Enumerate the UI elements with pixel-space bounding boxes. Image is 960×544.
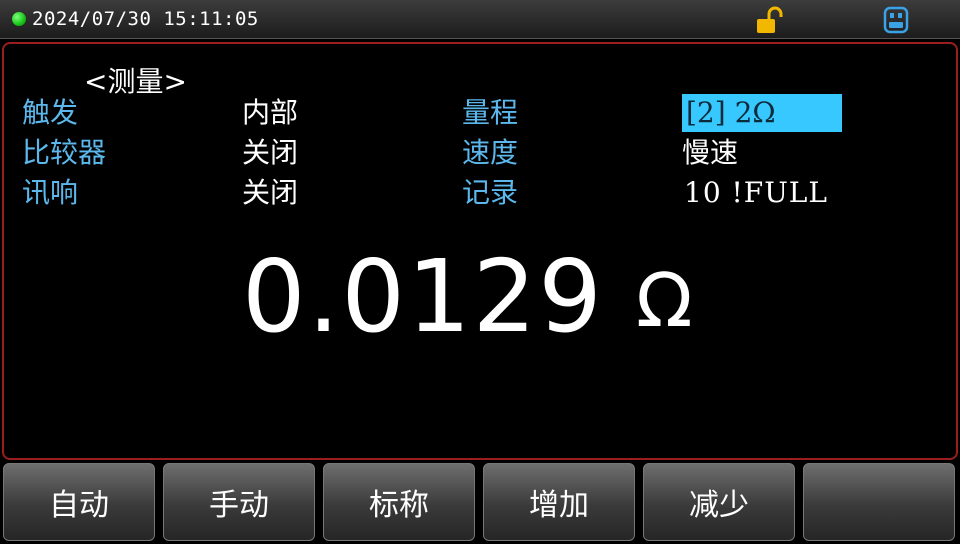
measurement-unit: Ω — [636, 258, 693, 344]
softkey-increase[interactable]: 增加 — [483, 463, 635, 541]
status-bar: 2024/07/30 15:11:05 — [0, 0, 960, 39]
beep-label: 讯响 — [22, 176, 79, 209]
softkey-decrease[interactable]: 减少 — [643, 463, 795, 541]
measurement-reading: 0.0129 — [242, 238, 604, 355]
softkey-auto[interactable]: 自动 — [3, 463, 155, 541]
softkey-manual[interactable]: 手动 — [163, 463, 315, 541]
measurement-panel: <测量> 触发 内部 比较器 关闭 讯响 关闭 量程 [2] 2Ω 速度 慢速 … — [2, 42, 958, 460]
usb-icon[interactable] — [883, 6, 909, 34]
trigger-label: 触发 — [22, 96, 79, 129]
page-title: <测量> — [84, 65, 187, 98]
softkey-blank[interactable] — [803, 463, 955, 541]
comparator-label: 比较器 — [22, 136, 107, 169]
speed-label: 速度 — [462, 136, 519, 169]
range-label: 量程 — [462, 96, 519, 129]
record-value[interactable]: 10 !FULL — [684, 174, 828, 212]
speed-value[interactable]: 慢速 — [682, 134, 738, 172]
comparator-value[interactable]: 关闭 — [242, 134, 298, 172]
softkey-nominal[interactable]: 标称 — [323, 463, 475, 541]
status-indicator — [12, 12, 26, 26]
datetime: 2024/07/30 15:11:05 — [32, 8, 259, 30]
record-label: 记录 — [462, 176, 519, 209]
trigger-value[interactable]: 内部 — [242, 94, 298, 132]
range-value[interactable]: [2] 2Ω — [686, 94, 776, 132]
beep-value[interactable]: 关闭 — [242, 174, 298, 212]
lock-open-icon[interactable] — [755, 6, 785, 34]
